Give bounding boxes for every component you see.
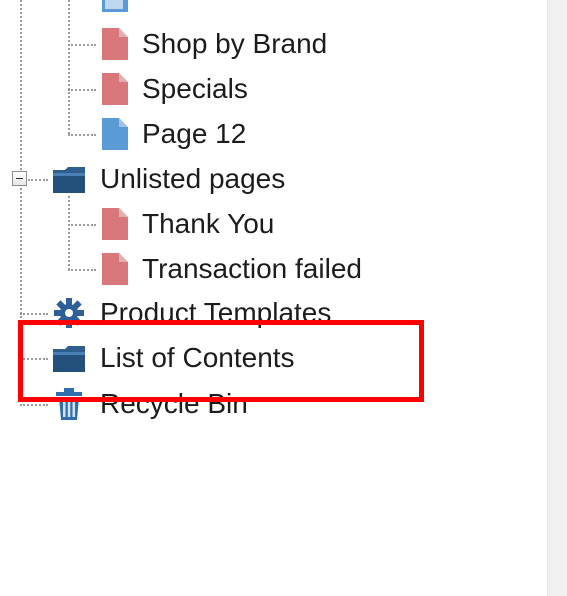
page-red-icon [102,253,128,285]
tree-connector-line [68,134,96,136]
collapse-toggle[interactable] [12,171,27,186]
tree-item-label: Unlisted pages [100,163,286,194]
tree-item-recycle-bin[interactable]: Recycle Bin [48,384,248,424]
tree-item-page-12[interactable]: Page 12 [96,114,246,154]
tree-connector-line [68,196,70,270]
tree-item-thank-you[interactable]: Thank You [96,204,274,244]
tree-item-label: Thank You [142,208,275,239]
tree-connector-line [20,0,22,406]
tree-item-label: Specials [142,73,248,104]
folder-icon [53,167,85,193]
tree-connector-line [20,358,48,360]
tree-connector-line [20,313,48,315]
tree-connector-line [68,0,70,134]
tree-connector-line [68,269,96,271]
tree-item-page[interactable] [96,0,142,16]
page-blue-icon [102,118,128,150]
tree-item-label: Page 12 [142,118,247,149]
tree-item-unlisted-pages[interactable]: Unlisted pages [48,159,285,199]
tree-item-shop-by-brand[interactable]: Shop by Brand [96,24,327,64]
tree-item-label: Recycle Bin [100,388,248,419]
tree-item-product-templates[interactable]: Product Templates [48,293,331,333]
page-red-icon [102,28,128,60]
tree-connector-line [68,44,96,46]
vertical-scrollbar[interactable] [547,0,567,596]
page-icon [102,0,128,12]
tree-item-label: Transaction failed [142,253,362,284]
tree-item-specials[interactable]: Specials [96,69,248,109]
tree-item-list-of-contents[interactable]: List of Contents [48,338,295,378]
tree-item-label: Product Templates [100,297,332,328]
trash-icon [56,388,82,420]
page-red-icon [102,208,128,240]
tree-connector-line [68,224,96,226]
folder-icon [53,346,85,372]
tree-connector-line [28,179,48,181]
tree-item-transaction-failed[interactable]: Transaction failed [96,249,362,289]
tree-item-label: List of Contents [100,342,295,373]
tree-connector-line [68,89,96,91]
gear-icon [54,298,84,328]
page-red-icon [102,73,128,105]
tree-item-label: Shop by Brand [142,28,328,59]
page-tree: Shop by Brand Specials Page 12 Unlisted … [0,0,548,596]
tree-connector-line [20,404,48,406]
